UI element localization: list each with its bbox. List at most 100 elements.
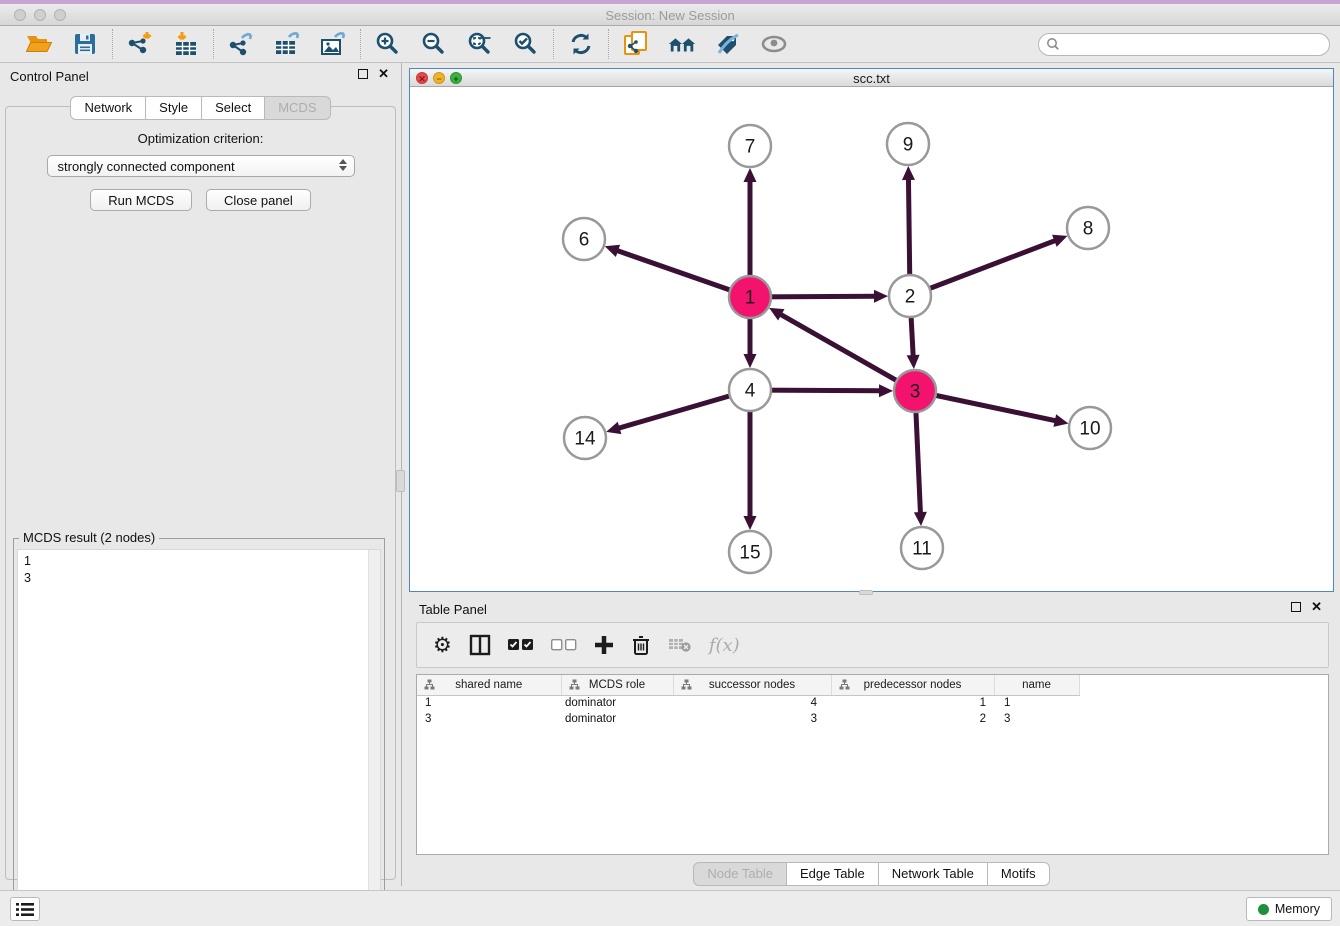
table-cell[interactable]: 3 xyxy=(417,711,561,727)
window-splitter-grip[interactable] xyxy=(859,590,873,595)
task-history-button[interactable] xyxy=(10,897,40,921)
graph-node-label: 15 xyxy=(739,543,760,564)
table-cell[interactable]: 2 xyxy=(831,711,994,727)
criterion-value: strongly connected component xyxy=(58,159,235,174)
float-panel-icon[interactable] xyxy=(358,69,368,79)
select-stepper-icon xyxy=(339,159,347,171)
panel-splitter-grip[interactable] xyxy=(396,470,405,492)
table-cell[interactable]: 1 xyxy=(831,695,994,711)
network-canvas[interactable]: 1234678910111415 xyxy=(410,87,1333,590)
header-filler xyxy=(1079,675,1328,695)
float-table-panel-icon[interactable] xyxy=(1291,602,1301,612)
zoom-out-icon[interactable] xyxy=(419,30,449,58)
table-row[interactable]: 1dominator411 xyxy=(417,695,1328,711)
table-cell[interactable]: 1 xyxy=(417,695,561,711)
select-all-columns-icon[interactable] xyxy=(508,630,534,660)
result-scrollbar[interactable] xyxy=(368,550,380,913)
function-builder-icon: f(x) xyxy=(709,630,740,660)
mcds-result-text: 1 3 xyxy=(18,550,380,590)
zoom-selected-icon[interactable] xyxy=(511,30,541,58)
graph-node-label: 14 xyxy=(574,429,596,450)
edge-arrowhead xyxy=(744,354,757,368)
column-header[interactable]: name xyxy=(994,675,1079,695)
network-window-titlebar[interactable]: ✕ − + scc.txt xyxy=(410,69,1333,87)
export-image-icon[interactable] xyxy=(318,30,348,58)
table-cell[interactable]: 3 xyxy=(673,711,831,727)
export-network-icon[interactable] xyxy=(226,30,256,58)
graph-edge[interactable] xyxy=(910,240,1057,296)
column-type-icon xyxy=(839,679,850,693)
tab-network[interactable]: Network xyxy=(70,96,146,120)
table-row[interactable]: 3dominator323 xyxy=(417,711,1328,727)
fit-content-icon[interactable] xyxy=(465,30,495,58)
table-cell[interactable]: dominator xyxy=(561,711,673,727)
criterion-select[interactable]: strongly connected component xyxy=(47,155,355,177)
mcds-panel: Optimization criterion: strongly connect… xyxy=(5,106,396,880)
table-panel: Table Panel ✕ ⚙ xyxy=(409,596,1334,886)
mcds-result-box[interactable]: 1 3 xyxy=(17,549,381,914)
column-header-label: shared name xyxy=(455,679,522,691)
first-neighbors-icon[interactable] xyxy=(667,30,697,58)
node-table-header-row[interactable]: shared name MCDS rolesuccessor nodesprede… xyxy=(417,675,1328,695)
tab-style[interactable]: Style xyxy=(146,96,202,120)
table-cell[interactable]: 3 xyxy=(994,711,1079,727)
import-network-icon[interactable] xyxy=(125,30,155,58)
mac-titlebar: Session: New Session xyxy=(0,4,1340,26)
open-session-icon[interactable] xyxy=(24,30,54,58)
export-table-icon[interactable] xyxy=(272,30,302,58)
import-table-icon[interactable] xyxy=(171,30,201,58)
create-column-icon[interactable] xyxy=(594,630,614,660)
node-table-grid: shared name MCDS rolesuccessor nodesprede… xyxy=(417,675,1328,727)
edge-arrowhead xyxy=(902,166,915,180)
mcds-result-title: MCDS result (2 nodes) xyxy=(19,530,159,545)
close-panel-icon[interactable]: ✕ xyxy=(378,69,389,79)
tab-network-table[interactable]: Network Table xyxy=(879,862,988,886)
graph-node-label: 3 xyxy=(910,382,921,403)
network-view-window: ✕ − + scc.txt 1234678910111415 xyxy=(409,68,1334,592)
delete-table-icon[interactable] xyxy=(668,630,692,660)
column-header[interactable]: shared name xyxy=(417,675,561,695)
tab-motifs[interactable]: Motifs xyxy=(988,862,1050,886)
control-panel-title: Control Panel xyxy=(10,69,89,84)
control-panel-tabs: Network Style Select MCDS xyxy=(0,96,401,120)
tab-mcds[interactable]: MCDS xyxy=(265,96,330,120)
table-cell[interactable]: dominator xyxy=(561,695,673,711)
refresh-network-icon[interactable] xyxy=(566,30,596,58)
table-settings-gear-icon[interactable]: ⚙ xyxy=(433,630,452,660)
column-header[interactable]: predecessor nodes xyxy=(831,675,994,695)
mcds-result-group: MCDS result (2 nodes) 1 3 xyxy=(13,538,385,918)
memory-button[interactable]: Memory xyxy=(1246,897,1332,921)
edge-arrowhead xyxy=(744,168,757,182)
search-icon xyxy=(1046,37,1060,56)
graph-edge[interactable] xyxy=(779,313,915,391)
save-session-icon[interactable] xyxy=(70,30,100,58)
table-cell[interactable]: 4 xyxy=(673,695,831,711)
table-cell[interactable]: 1 xyxy=(994,695,1079,711)
close-panel-button[interactable]: Close panel xyxy=(206,189,311,211)
column-header[interactable]: MCDS role xyxy=(561,675,673,695)
hide-labels-icon[interactable] xyxy=(713,30,743,58)
show-columns-icon[interactable] xyxy=(469,630,491,660)
tab-select[interactable]: Select xyxy=(202,96,265,120)
table-panel-title: Table Panel xyxy=(419,602,487,617)
graph-node-label: 10 xyxy=(1079,419,1100,440)
search-input[interactable] xyxy=(1038,33,1330,56)
close-table-panel-icon[interactable]: ✕ xyxy=(1311,602,1322,612)
tab-node-table[interactable]: Node Table xyxy=(693,862,787,886)
column-header[interactable]: successor nodes xyxy=(673,675,831,695)
network-title: scc.txt xyxy=(410,71,1333,86)
tab-edge-table[interactable]: Edge Table xyxy=(787,862,879,886)
unselect-all-columns-icon[interactable] xyxy=(551,630,577,660)
run-mcds-button[interactable]: Run MCDS xyxy=(90,189,192,211)
zoom-in-icon[interactable] xyxy=(373,30,403,58)
optimization-criterion-label: Optimization criterion: xyxy=(6,131,395,146)
graph-node-label: 8 xyxy=(1083,219,1094,240)
new-network-from-selection-icon[interactable] xyxy=(621,30,651,58)
edge-arrowhead xyxy=(605,245,620,257)
delete-column-icon[interactable] xyxy=(631,630,651,660)
node-table-body: 1dominator4113dominator323 xyxy=(417,695,1328,727)
memory-status-icon xyxy=(1258,904,1269,915)
show-hide-panels-icon[interactable] xyxy=(759,30,789,58)
edge-arrowhead xyxy=(1053,414,1068,427)
node-table[interactable]: shared name MCDS rolesuccessor nodesprede… xyxy=(416,674,1329,855)
